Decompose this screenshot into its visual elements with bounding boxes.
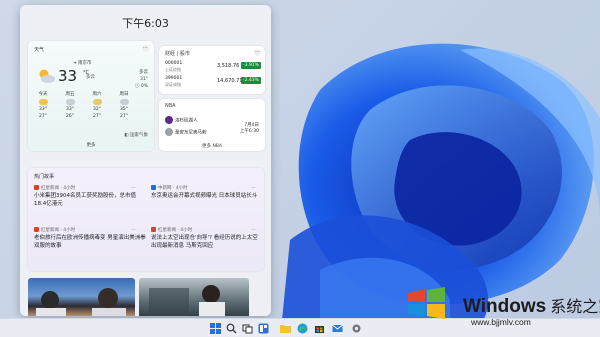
game-time: 7月4日 上午6:30 xyxy=(240,123,259,135)
nba-card-title: NBA xyxy=(165,103,176,109)
news-more-icon[interactable]: ⋯ xyxy=(130,186,137,191)
sun-icon xyxy=(38,99,48,105)
stocks-card-title: 财经 | 股市 xyxy=(165,51,190,57)
spurs-logo-icon xyxy=(165,128,173,136)
top-stories-title: 热门故事 xyxy=(34,174,55,180)
weather-card[interactable]: 天气 ⋯ ⌖ 南京市 33 °C 多云 多云 31° ⓘ 0% 今天 33° 2… xyxy=(28,41,154,151)
forecast-low: 27° xyxy=(120,114,128,119)
task-view-icon[interactable] xyxy=(242,323,253,334)
news-title: 小米集团3904名员工获奖励股份，总市值18.4亿港元 xyxy=(34,193,136,207)
team-name: 圣安东尼奥马刺 xyxy=(175,130,207,136)
news-item[interactable]: 中新网 · 4小时 东京奥运会开幕式视频曝光 日本球员站长斗 xyxy=(151,185,263,200)
news-photo-tile[interactable] xyxy=(28,278,135,316)
news-more-icon[interactable]: ⋯ xyxy=(250,186,257,191)
settings-icon[interactable] xyxy=(351,323,362,334)
news-photo-tile[interactable] xyxy=(139,278,249,316)
news-source: 红星新闻 · 4小时 xyxy=(158,228,193,233)
forecast-day: 周日 35° 27° xyxy=(113,91,135,120)
partly-cloudy-icon xyxy=(39,69,55,83)
cloud-icon xyxy=(119,99,129,105)
stocks-card[interactable]: 财经 | 股市 ⋯ 000001 上证综指 3,518.76 -3.91% 39… xyxy=(159,46,265,94)
watermark-title-suffix: 系统之家 xyxy=(550,299,600,316)
nba-more-link[interactable]: 更多 NBA xyxy=(159,143,265,149)
store-icon[interactable] xyxy=(314,323,325,334)
forecast-day: 周五 33° 26° xyxy=(59,91,81,120)
news-source-icon xyxy=(151,185,156,190)
search-icon[interactable] xyxy=(226,323,237,334)
game-clock: 上午6:30 xyxy=(239,129,259,134)
forecast-day: 今天 33° 27° xyxy=(32,91,54,120)
forecast-day: 周六 32° 27° xyxy=(86,91,108,120)
top-stories-card: 热门故事 红星新闻 · 4小时 小米集团3904名员工获奖励股份，总市值18.4… xyxy=(28,168,264,271)
weather-location[interactable]: ⌖ 南京市 xyxy=(74,60,91,66)
lakers-logo-icon xyxy=(165,116,173,124)
forecast-high: 33° xyxy=(39,107,47,112)
stock-change-badge: -2.43% xyxy=(241,77,261,84)
news-title: 老伯旅行后在欧洲传播病毒变 男星演出美洲拳双服的故事 xyxy=(34,235,146,249)
forecast-high: 33° xyxy=(66,107,74,112)
stock-row[interactable]: 000001 上证综指 3,518.76 -3.91% xyxy=(165,61,261,75)
widgets-panel: 下午6:03 天气 ⋯ ⌖ 南京市 33 °C 多云 多云 31° ⓘ 0% 今… xyxy=(20,5,271,316)
stock-change-badge: -3.91% xyxy=(241,62,261,69)
stock-row[interactable]: 399001 深证成指 14,670.71 -2.43% xyxy=(165,76,261,90)
news-source: 红星新闻 · 4小时 xyxy=(41,228,76,233)
watermark-title: Windows系统之家 xyxy=(463,293,600,318)
partly-cloudy-icon xyxy=(92,99,102,105)
news-source: 中新网 · 4小时 xyxy=(158,186,188,191)
nba-card[interactable]: NBA 洛杉矶湖人 圣安东尼奥马刺 7月4日 上午6:30 更多 NBA xyxy=(159,99,265,151)
news-source: 红星新闻 · 4小时 xyxy=(41,186,76,191)
forecast-low: 26° xyxy=(66,114,74,119)
weather-detail: 多云 xyxy=(139,70,148,75)
news-source-icon xyxy=(151,227,156,232)
forecast-day-label: 周六 xyxy=(92,92,102,97)
weather-condition: 多云 xyxy=(86,75,95,80)
team-row: 圣安东尼奥马刺 xyxy=(165,128,207,138)
stock-code: 000001 xyxy=(165,61,183,66)
weather-details: 多云 31° ⓘ 0% xyxy=(135,69,148,90)
widgets-icon[interactable] xyxy=(258,323,269,334)
weather-temperature: 33 xyxy=(58,67,78,85)
forecast-day-label: 今天 xyxy=(38,92,48,97)
file-explorer-icon[interactable] xyxy=(280,323,291,334)
watermark-title-text: Windows xyxy=(463,296,547,317)
weather-source[interactable]: ◧ 国家气象 xyxy=(124,132,148,138)
windows-logo-watermark xyxy=(408,287,445,319)
stock-name: 深证成指 xyxy=(165,82,181,87)
forecast-low: 27° xyxy=(93,114,101,119)
weather-detail: ⓘ 0% xyxy=(134,84,148,89)
cloud-icon xyxy=(65,99,75,105)
stock-code: 399001 xyxy=(165,76,183,81)
news-item[interactable]: 红星新闻 · 4小时 说法上太空出现仓'向导'? 看经历说的上太空 出现最新消息… xyxy=(151,227,263,250)
news-title: 说法上太空出现仓'向导'? 看经历说的上太空 出现最新消息 马斯克回应 xyxy=(151,235,258,249)
stock-price: 3,518.76 xyxy=(217,63,240,69)
mail-icon[interactable] xyxy=(332,323,343,334)
news-photo-image xyxy=(149,285,225,316)
watermark-url: www.bjjmlv.com xyxy=(471,317,531,327)
start-icon[interactable] xyxy=(210,323,221,334)
team-name: 洛杉矶湖人 xyxy=(175,118,198,124)
stock-name: 上证综指 xyxy=(165,67,181,72)
news-title: 东京奥运会开幕式视频曝光 日本球员站长斗 xyxy=(151,193,258,199)
panel-time: 下午6:03 xyxy=(122,17,169,30)
weather-more-icon[interactable]: ⋯ xyxy=(142,45,149,52)
stocks-more-icon[interactable]: ⋯ xyxy=(254,49,261,56)
news-source-icon xyxy=(34,227,39,232)
news-more-icon[interactable]: ⋯ xyxy=(250,228,257,233)
weather-detail: 31° xyxy=(140,77,148,82)
forecast-low: 27° xyxy=(39,114,47,119)
edge-icon[interactable] xyxy=(297,323,308,334)
weather-more-link[interactable]: 更多 xyxy=(28,142,154,148)
news-photo-image xyxy=(36,288,126,316)
windows-bloom-wallpaper xyxy=(282,43,600,318)
news-source-icon xyxy=(34,185,39,190)
forecast-day-label: 周五 xyxy=(65,92,75,97)
weather-card-title: 天气 xyxy=(34,47,45,53)
team-row: 洛杉矶湖人 xyxy=(165,116,198,126)
forecast-high: 32° xyxy=(93,107,101,112)
forecast-day-label: 周日 xyxy=(119,92,129,97)
forecast-high: 35° xyxy=(120,107,128,112)
news-more-icon[interactable]: ⋯ xyxy=(130,228,137,233)
stock-price: 14,670.71 xyxy=(217,78,243,84)
desktop-wallpaper: 下午6:03 天气 ⋯ ⌖ 南京市 33 °C 多云 多云 31° ⓘ 0% 今… xyxy=(0,0,600,318)
